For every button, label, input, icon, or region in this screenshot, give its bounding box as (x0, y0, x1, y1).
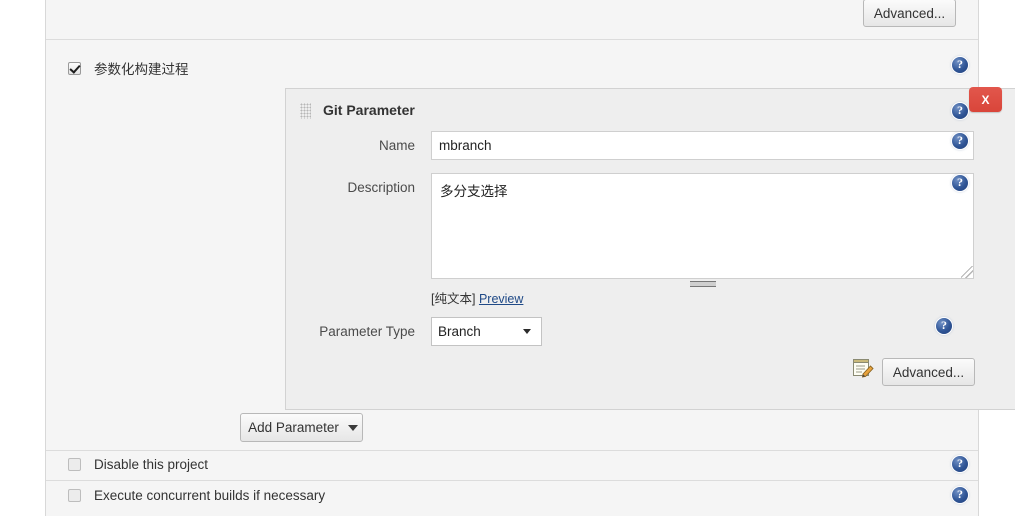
advanced-button-parameter[interactable]: Advanced... (882, 358, 975, 386)
section-divider-bottom-2 (46, 480, 978, 481)
section-divider-top (46, 39, 978, 40)
description-label: Description (347, 180, 415, 195)
git-parameter-header: Git Parameter X (286, 87, 1015, 125)
description-textarea[interactable] (431, 173, 974, 279)
advanced-button-top[interactable]: Advanced... (863, 0, 956, 27)
concurrent-builds-checkbox[interactable] (68, 489, 81, 502)
name-label: Name (378, 138, 415, 153)
parameter-type-select[interactable]: Branch (431, 317, 542, 346)
plain-text-note: [纯文本] (431, 292, 476, 306)
name-input[interactable] (431, 131, 974, 160)
section-divider-bottom (46, 450, 978, 451)
git-parameter-title: Git Parameter (323, 102, 415, 118)
help-icon-concurrent-builds[interactable] (952, 486, 968, 503)
git-parameter-panel: Git Parameter X Name Description [纯文本] P… (285, 87, 1015, 410)
description-preview-row: [纯文本] Preview (431, 288, 523, 307)
help-icon-git-parameter[interactable] (952, 102, 968, 119)
drag-handle-icon[interactable] (300, 103, 311, 119)
parameter-type-label: Parameter Type (319, 324, 415, 339)
concurrent-builds-label: Execute concurrent builds if necessary (94, 488, 326, 503)
remove-parameter-button[interactable]: X (969, 87, 1002, 112)
parameterized-build-row: 参数化构建过程 (68, 58, 189, 78)
disable-project-label: Disable this project (94, 457, 209, 472)
config-form-column: Advanced... 参数化构建过程 Git Parameter X Name… (45, 0, 1015, 516)
add-parameter-label: Add Parameter (248, 420, 339, 435)
preview-link[interactable]: Preview (479, 292, 523, 306)
disable-project-row: Disable this project (68, 457, 208, 472)
parameterized-build-checkbox[interactable] (68, 61, 81, 75)
textarea-drag-bar[interactable] (690, 281, 716, 287)
parameterized-build-label: 参数化构建过程 (94, 62, 189, 77)
parameter-type-select-wrap: Branch (431, 317, 542, 346)
help-icon-parameter-type[interactable] (936, 317, 952, 334)
help-icon-parameterized-build[interactable] (952, 56, 968, 73)
help-icon-name[interactable] (952, 132, 968, 149)
help-icon-description[interactable] (952, 174, 968, 191)
chevron-down-icon (347, 424, 358, 431)
jenkins-job-config-page: Advanced... 参数化构建过程 Git Parameter X Name… (0, 0, 1015, 516)
disable-project-checkbox[interactable] (68, 458, 81, 471)
concurrent-builds-row: Execute concurrent builds if necessary (68, 488, 325, 503)
add-parameter-button[interactable]: Add Parameter (240, 413, 363, 442)
help-icon-disable-project[interactable] (952, 455, 968, 472)
edit-note-icon[interactable] (852, 358, 874, 378)
